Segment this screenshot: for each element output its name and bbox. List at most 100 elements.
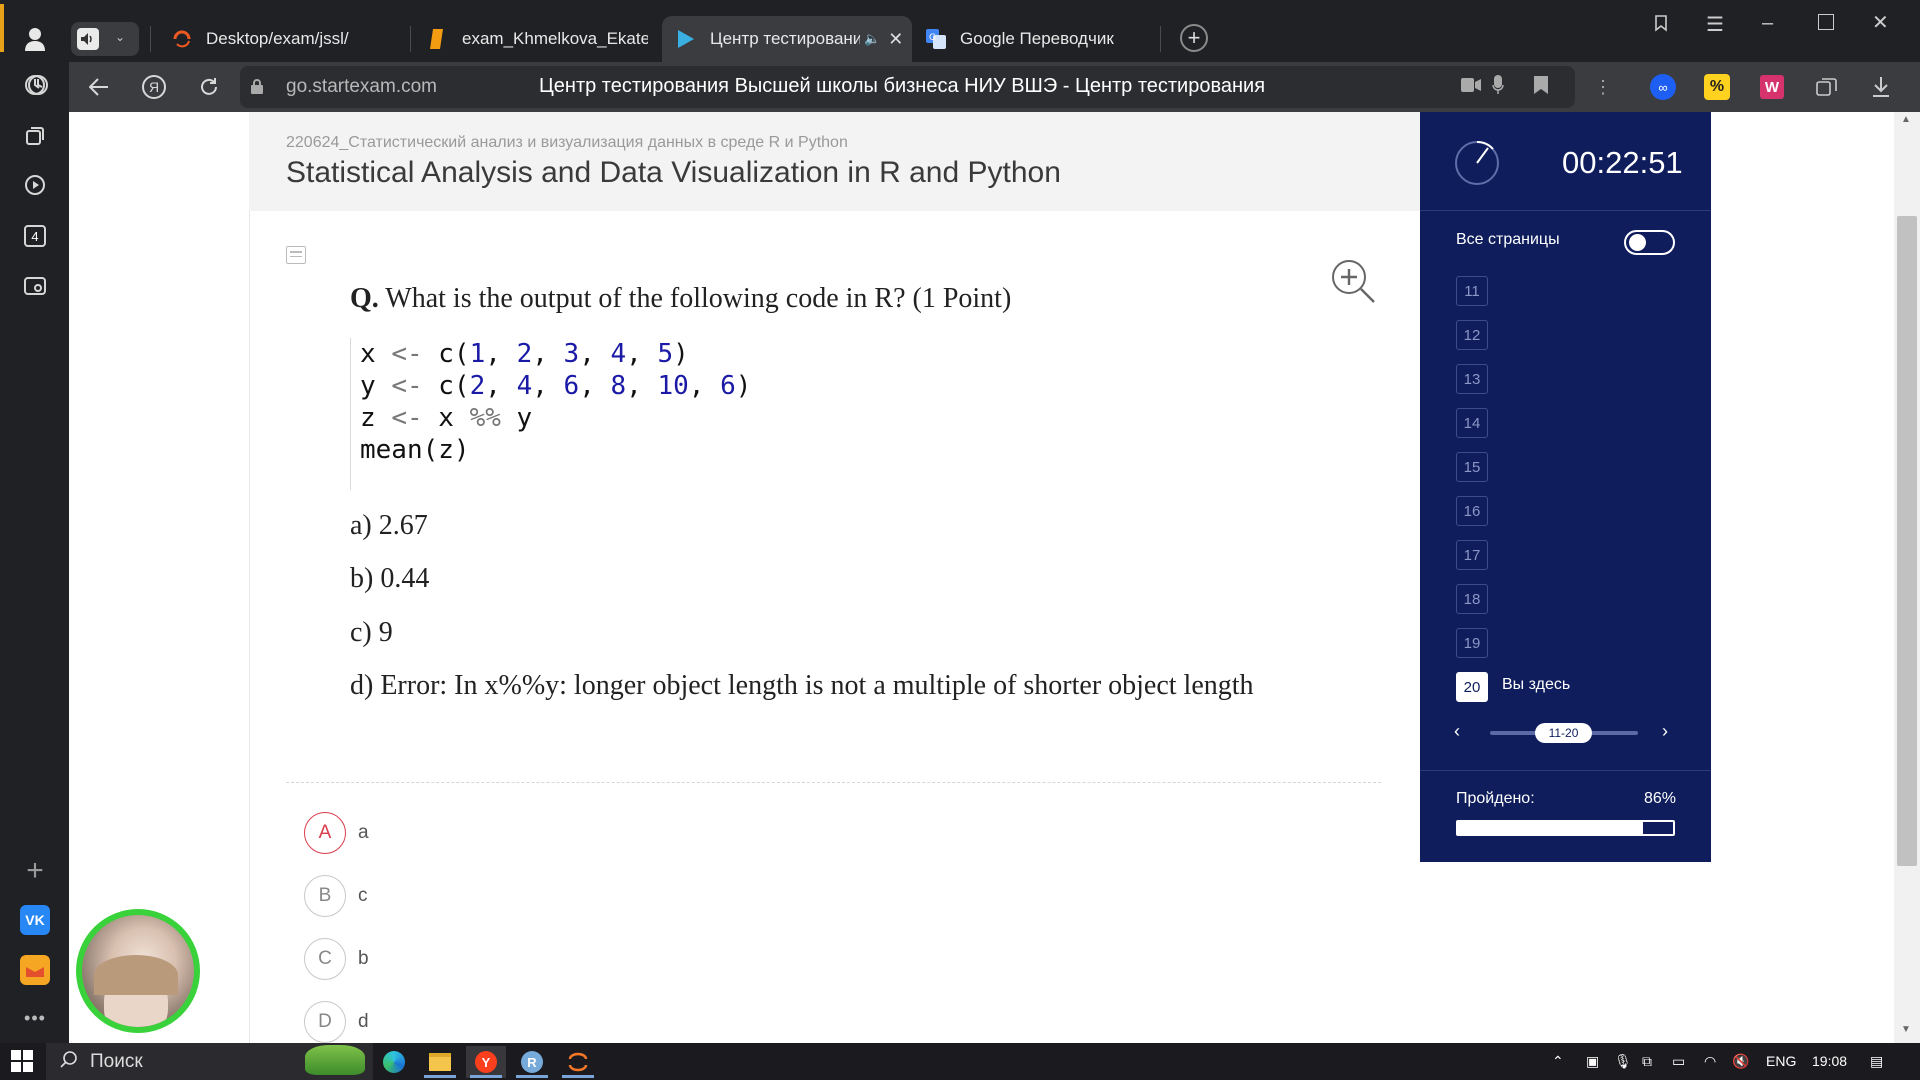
tray-screen-share-icon[interactable]: ⧉ bbox=[1642, 1053, 1652, 1070]
answer-a-label[interactable]: a bbox=[358, 822, 369, 844]
chevron-down-icon[interactable]: ⌄ bbox=[115, 30, 125, 44]
profile-icon[interactable] bbox=[20, 24, 50, 54]
answer-c-label[interactable]: b bbox=[358, 948, 369, 970]
question-text: Q. What is the output of the following c… bbox=[350, 283, 1011, 315]
tab-testing-center[interactable]: Центр тестирования 🔈 ✕ bbox=[662, 16, 912, 62]
vpn-extension-icon[interactable]: ∞ bbox=[1648, 72, 1678, 102]
chevron-left-icon[interactable]: ‹ bbox=[1454, 721, 1460, 742]
range-badge[interactable]: 11-20 bbox=[1535, 723, 1592, 743]
page-button-20[interactable]: 20 bbox=[1456, 672, 1488, 702]
address-bar[interactable]: go.startexam.com Центр тестирования Высш… bbox=[240, 66, 1575, 108]
answer-b-label[interactable]: c bbox=[358, 885, 368, 907]
page-button-19[interactable]: 19 bbox=[1456, 628, 1488, 658]
screenshot-icon[interactable] bbox=[20, 271, 50, 301]
document-icon bbox=[428, 29, 448, 49]
all-pages-toggle[interactable] bbox=[1624, 230, 1675, 255]
minimize-icon[interactable]: – bbox=[1762, 12, 1773, 35]
tray-chevron-up-icon[interactable]: ⌃ bbox=[1552, 1053, 1564, 1070]
page-button-18[interactable]: 18 bbox=[1456, 584, 1488, 614]
yandex-icon[interactable]: Я bbox=[139, 72, 169, 102]
jupyter-icon[interactable] bbox=[558, 1046, 598, 1078]
code-token: 8 bbox=[610, 371, 627, 401]
clock-icon[interactable] bbox=[23, 70, 53, 100]
maximize-icon[interactable] bbox=[1818, 14, 1834, 30]
rstudio-icon[interactable]: R bbox=[512, 1046, 552, 1078]
mail-icon[interactable] bbox=[20, 955, 50, 985]
tab-translate[interactable]: G Google Переводчик bbox=[926, 16, 1156, 62]
menu-icon[interactable]: ☰ bbox=[1706, 12, 1724, 37]
language-indicator[interactable]: ENG bbox=[1766, 1053, 1796, 1069]
translate-icon: G bbox=[926, 29, 946, 49]
discount-extension-icon[interactable]: % bbox=[1702, 72, 1732, 102]
tray-battery-icon[interactable]: ▭ bbox=[1672, 1053, 1685, 1070]
reload-button[interactable] bbox=[194, 72, 224, 102]
add-panel-icon[interactable]: + bbox=[20, 854, 50, 887]
word-extension-icon[interactable]: W bbox=[1757, 72, 1787, 102]
windows-start-icon[interactable] bbox=[11, 1050, 33, 1077]
code-token: , bbox=[626, 339, 658, 369]
tabs-panel-icon[interactable] bbox=[1650, 12, 1674, 36]
video-icon[interactable] bbox=[20, 170, 50, 200]
tray-microphone-icon[interactable]: 🎙 bbox=[1614, 1053, 1632, 1070]
code-token: y bbox=[500, 403, 533, 433]
scroll-down-icon[interactable]: ▼ bbox=[1901, 1024, 1911, 1035]
code-token: , bbox=[485, 371, 517, 401]
clock[interactable]: 19:08 bbox=[1812, 1053, 1847, 1069]
code-token: x bbox=[422, 403, 470, 433]
code-token: mean(z) bbox=[360, 435, 470, 465]
download-icon[interactable] bbox=[1866, 72, 1896, 102]
page-button-12[interactable]: 12 bbox=[1456, 320, 1488, 350]
more-icon[interactable]: ••• bbox=[20, 1003, 50, 1033]
back-button[interactable] bbox=[84, 72, 114, 102]
timer-clock-icon bbox=[1454, 140, 1500, 191]
new-tab-button[interactable]: + bbox=[1180, 24, 1208, 52]
code-token: 1 bbox=[469, 339, 486, 369]
tray-monitor-icon[interactable]: ▣ bbox=[1586, 1053, 1599, 1070]
scrollbar-thumb[interactable] bbox=[1897, 216, 1917, 866]
webcam-hair bbox=[94, 955, 178, 995]
code-token: 6 bbox=[563, 371, 580, 401]
page-button-13[interactable]: 13 bbox=[1456, 364, 1488, 394]
code-token: 3 bbox=[563, 339, 580, 369]
bookmark-icon[interactable] bbox=[1534, 76, 1548, 99]
scroll-up-icon[interactable]: ▲ bbox=[1901, 114, 1911, 125]
note-icon[interactable] bbox=[286, 246, 306, 264]
notifications-icon[interactable]: ▤ bbox=[1870, 1053, 1883, 1070]
chevron-right-icon[interactable]: › bbox=[1662, 721, 1668, 742]
tab-explorer[interactable]: Desktop/exam/jssl/ bbox=[172, 16, 402, 62]
answer-b-button[interactable]: B bbox=[304, 875, 346, 917]
answer-c-button[interactable]: C bbox=[304, 938, 346, 980]
page-button-14[interactable]: 14 bbox=[1456, 408, 1488, 438]
answer-a-button[interactable]: A bbox=[304, 812, 346, 854]
file-explorer-icon[interactable] bbox=[420, 1046, 460, 1078]
progress-fill bbox=[1458, 822, 1643, 834]
tab-audio-group[interactable]: ⌄ bbox=[71, 22, 139, 56]
camera-icon[interactable] bbox=[1461, 78, 1481, 97]
page-button-15[interactable]: 15 bbox=[1456, 452, 1488, 482]
news-widget-icon[interactable] bbox=[300, 1044, 370, 1076]
answer-d-button[interactable]: D bbox=[304, 1001, 346, 1043]
speaker-icon[interactable] bbox=[77, 28, 99, 50]
collections-icon[interactable] bbox=[20, 121, 50, 151]
yandex-browser-icon[interactable]: Y bbox=[466, 1046, 506, 1078]
page-button-11[interactable]: 11 bbox=[1456, 276, 1488, 306]
tab-separator bbox=[410, 26, 411, 52]
tab-exam-file[interactable]: exam_Khmelkova_Ekaterina bbox=[428, 16, 648, 62]
edge-icon[interactable] bbox=[374, 1046, 414, 1078]
tray-volume-muted-icon[interactable]: 🔇 bbox=[1732, 1053, 1749, 1070]
code-line: y <- c(2, 4, 6, 8, 10, 6) bbox=[360, 370, 770, 402]
tabs-manager-icon[interactable] bbox=[1812, 72, 1842, 102]
close-window-icon[interactable]: ✕ bbox=[1872, 10, 1889, 35]
microphone-icon[interactable] bbox=[1492, 75, 1504, 100]
page-button-16[interactable]: 16 bbox=[1456, 496, 1488, 526]
tray-wifi-icon[interactable]: ◠ bbox=[1704, 1053, 1716, 1070]
page-button-17[interactable]: 17 bbox=[1456, 540, 1488, 570]
tab-label: Центр тестирования bbox=[710, 29, 860, 48]
webcam-preview[interactable] bbox=[76, 909, 200, 1033]
zoom-in-icon[interactable] bbox=[1330, 258, 1376, 309]
more-vertical-icon[interactable]: ⋮ bbox=[1588, 72, 1618, 102]
notifications-badge[interactable]: 4 bbox=[20, 221, 50, 251]
answer-d-label[interactable]: d bbox=[358, 1011, 369, 1033]
vk-icon[interactable]: VK bbox=[20, 905, 50, 935]
close-icon[interactable]: ✕ bbox=[888, 29, 903, 50]
